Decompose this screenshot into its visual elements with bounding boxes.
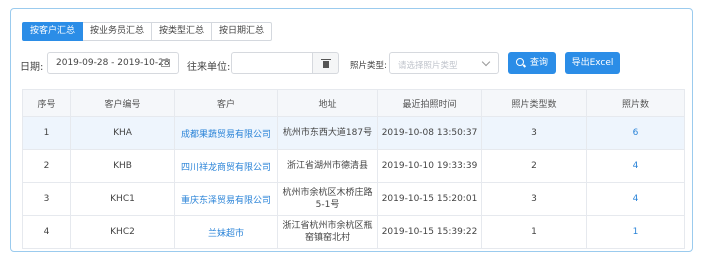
date-range-value: 2019-09-28 - 2019-10-28 [56,58,170,68]
column-header[interactable]: 照片数 [586,89,685,117]
tab-by-customer[interactable]: 按客户汇总 [22,22,84,41]
filter-bar: 日期: 2019-09-28 - 2019-10-28 往来单位: 照片类型: … [11,52,692,76]
clear-partner-button[interactable] [313,52,339,74]
calendar-icon [161,59,170,67]
summary-tabs: 按客户汇总 按业务员汇总 按类型汇总 按日期汇总 [22,22,273,41]
search-icon [515,58,524,66]
column-header[interactable]: 客户 [174,89,278,117]
customer-address: 浙江省湖州市德清县 [277,149,378,183]
chevron-down-icon [481,57,491,67]
report-panel: 按客户汇总 按业务员汇总 按类型汇总 按日期汇总 日期: 2019-09-28 … [10,8,693,252]
photo-type-select[interactable]: 请选择照片类型 [389,52,499,74]
last-photo-time: 2019-10-10 19:33:39 [377,149,482,183]
customer-code: KHC2 [70,215,175,249]
export-excel-button[interactable]: 导出Excel [565,52,620,74]
trash-icon [321,59,331,68]
table-row[interactable]: 4 KHC2 兰妹超市 浙江省杭州市余杭区瓶窑镇窑北村 2019-10-15 1… [22,215,685,249]
partner-label: 往来单位: [187,62,231,73]
column-header[interactable]: 照片类型数 [481,89,587,117]
column-header[interactable]: 地址 [277,89,378,117]
customer-address: 浙江省杭州市余杭区瓶窑镇窑北村 [277,215,378,249]
photo-type-count: 1 [481,215,587,249]
customer-address: 杭州市东西大道187号 [277,116,378,150]
customer-code: KHC1 [70,182,175,216]
customer-address: 杭州市余杭区木桥庄路5-1号 [277,182,378,216]
customer-link[interactable]: 成都果蔬贸易有限公司 [174,116,278,150]
table-header-row: 序号 客户编号 客户 地址 最近拍照时间 照片类型数 照片数 [22,89,685,117]
customer-link[interactable]: 重庆东泽贸易有限公司 [174,182,278,216]
partner-input[interactable] [231,52,313,74]
last-photo-time: 2019-10-15 15:20:01 [377,182,482,216]
table-row[interactable]: 2 KHB 四川祥龙商贸有限公司 浙江省湖州市德清县 2019-10-10 19… [22,149,685,183]
column-header[interactable]: 最近拍照时间 [377,89,482,117]
search-button[interactable]: 查询 [508,52,556,74]
photo-count-link[interactable]: 1 [586,215,685,249]
customer-summary-table: 序号 客户编号 客户 地址 最近拍照时间 照片类型数 照片数 1 KHA 成都果… [22,89,685,249]
photo-type-count: 3 [481,182,587,216]
row-number: 2 [22,149,71,183]
photo-count-link[interactable]: 4 [586,182,685,216]
photo-type-count: 2 [481,149,587,183]
column-header[interactable]: 客户编号 [70,89,175,117]
last-photo-time: 2019-10-08 13:50:37 [377,116,482,150]
row-number: 1 [22,116,71,150]
tab-by-salesperson[interactable]: 按业务员汇总 [82,22,153,41]
customer-link[interactable]: 兰妹超市 [174,215,278,249]
table-row[interactable]: 3 KHC1 重庆东泽贸易有限公司 杭州市余杭区木桥庄路5-1号 2019-10… [22,182,685,216]
date-label: 日期: [20,62,44,73]
customer-code: KHB [70,149,175,183]
last-photo-time: 2019-10-15 15:39:22 [377,215,482,249]
tab-by-date[interactable]: 按日期汇总 [211,22,273,41]
customer-link[interactable]: 四川祥龙商贸有限公司 [174,149,278,183]
photo-type-placeholder: 请选择照片类型 [398,61,458,71]
column-header[interactable]: 序号 [22,89,71,117]
photo-type-count: 3 [481,116,587,150]
date-range-picker[interactable]: 2019-09-28 - 2019-10-28 [47,52,179,74]
search-button-label: 查询 [529,58,548,68]
row-number: 3 [22,182,71,216]
photo-count-link[interactable]: 4 [586,149,685,183]
table-row[interactable]: 1 KHA 成都果蔬贸易有限公司 杭州市东西大道187号 2019-10-08 … [22,116,685,150]
photo-count-link[interactable]: 6 [586,116,685,150]
row-number: 4 [22,215,71,249]
customer-code: KHA [70,116,175,150]
tab-by-type[interactable]: 按类型汇总 [151,22,213,41]
photo-type-label: 照片类型: [350,61,387,71]
